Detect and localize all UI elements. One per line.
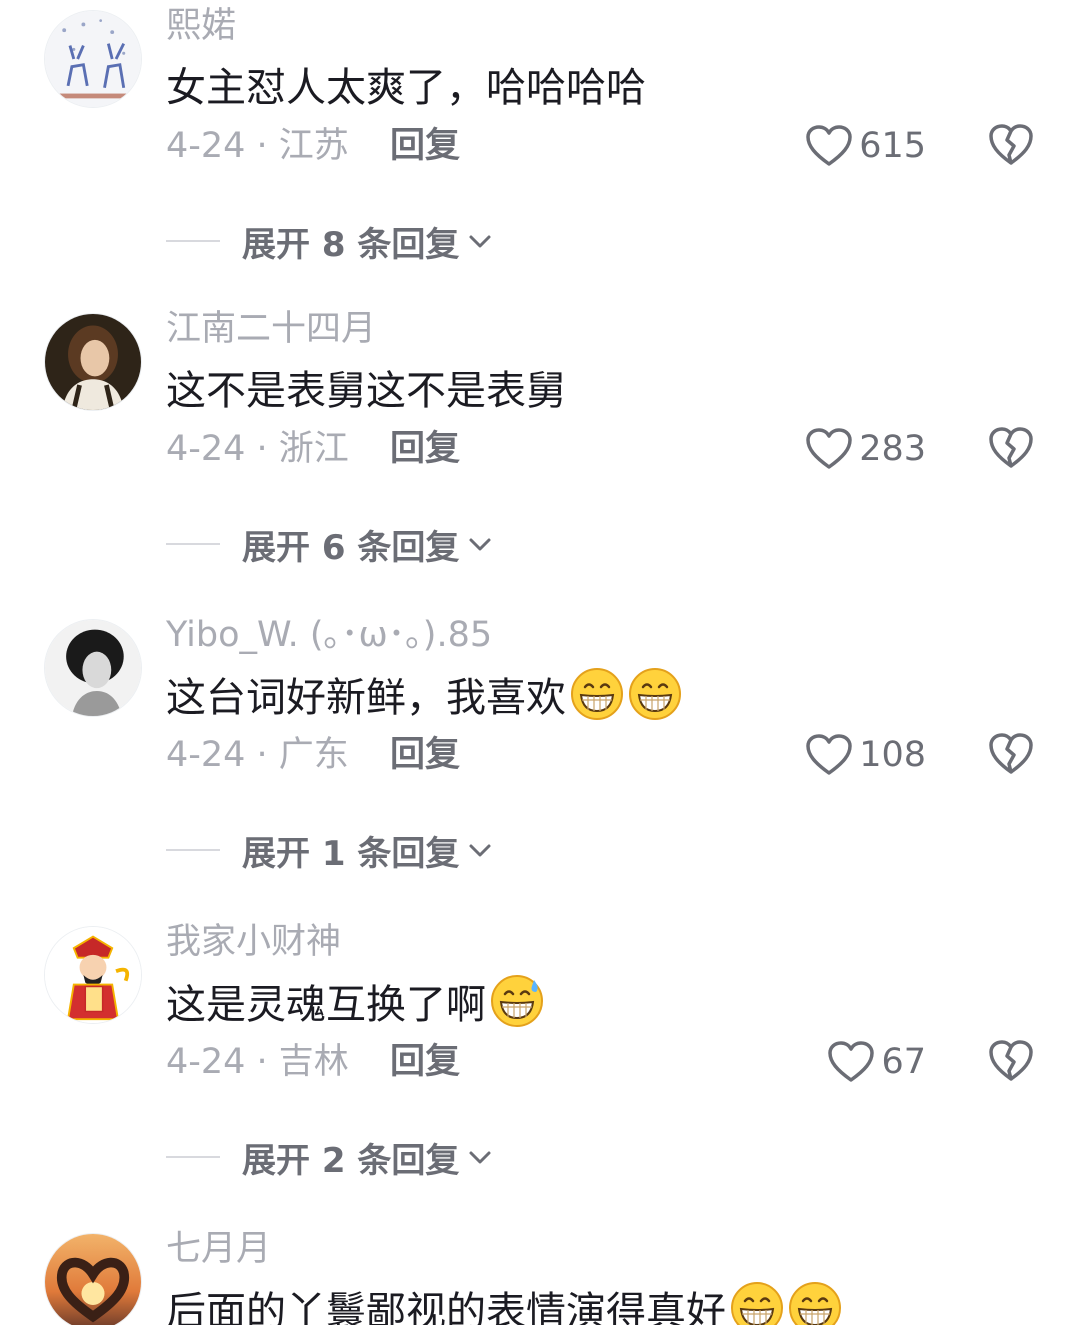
like-button[interactable]: 67 <box>827 1034 926 1090</box>
chevron-down-icon <box>469 538 491 551</box>
chevron-down-icon <box>469 844 491 857</box>
divider-line <box>166 240 220 242</box>
comment-text: 后面的丫鬟鄙视的表情演得真好 <box>166 1281 842 1325</box>
comment-meta: 4-24 · 浙江 <box>166 429 349 469</box>
like-count: 108 <box>859 735 926 775</box>
avatar[interactable] <box>44 926 142 1024</box>
heart-icon <box>806 734 852 775</box>
deer-avatar-icon <box>45 11 141 107</box>
reply-button[interactable]: 回复 <box>390 120 460 172</box>
comment-item: 七月月 后面的丫鬟鄙视的表情演得真好 <box>0 1225 1080 1325</box>
username[interactable]: 七月月 <box>166 1225 271 1273</box>
like-count: 67 <box>881 1042 926 1082</box>
comment-item: 我家小财神 这是灵魂互换了啊 4-24 · 吉林 回复 67 展开 2 条回复 <box>0 918 1080 1226</box>
grin-emoji-icon <box>789 1282 841 1325</box>
broken-heart-icon <box>989 733 1033 774</box>
like-button[interactable]: 108 <box>805 727 926 783</box>
username[interactable]: 熙婼 <box>166 2 236 50</box>
bw-portrait-avatar-icon <box>45 620 141 716</box>
grin-emoji-icon <box>571 668 623 720</box>
divider-line <box>166 1156 220 1158</box>
expand-replies-button[interactable]: 展开 6 条回复 <box>166 515 495 573</box>
reply-button[interactable]: 回复 <box>390 1036 460 1088</box>
grin-emoji-icon <box>629 668 681 720</box>
expand-replies-button[interactable]: 展开 2 条回复 <box>166 1128 495 1186</box>
comment-meta: 4-24 · 吉林 <box>166 1042 349 1082</box>
caishen-avatar-icon <box>45 927 141 1023</box>
avatar[interactable] <box>44 1233 142 1325</box>
divider-line <box>166 849 220 851</box>
reply-button[interactable]: 回复 <box>390 729 460 781</box>
username[interactable]: 江南二十四月 <box>166 305 376 353</box>
heart-icon <box>806 428 852 469</box>
dislike-button[interactable] <box>988 425 1034 471</box>
expand-replies-button[interactable]: 展开 1 条回复 <box>166 821 495 879</box>
chevron-down-icon <box>469 1151 491 1164</box>
dislike-button[interactable] <box>988 731 1034 777</box>
comment-meta: 4-24 · 广东 <box>166 735 349 775</box>
portrait-avatar-icon <box>45 314 141 410</box>
comment-meta: 4-24 · 江苏 <box>166 126 349 166</box>
reply-button[interactable]: 回复 <box>390 423 460 475</box>
avatar[interactable] <box>44 619 142 717</box>
username[interactable]: 我家小财神 <box>166 918 341 966</box>
chevron-down-icon <box>469 235 491 248</box>
heart-icon <box>806 125 852 166</box>
comment-text: 女主怼人太爽了，哈哈哈哈 <box>166 65 646 111</box>
like-count: 283 <box>859 429 926 469</box>
avatar[interactable] <box>44 313 142 411</box>
comment-item: 江南二十四月 这不是表舅这不是表舅 4-24 · 浙江 回复 283 展开 6 … <box>0 305 1080 613</box>
broken-heart-icon <box>989 1040 1033 1081</box>
divider-line <box>166 543 220 545</box>
broken-heart-icon <box>989 427 1033 468</box>
dislike-button[interactable] <box>988 1038 1034 1084</box>
comment-text: 这台词好新鲜，我喜欢 <box>166 667 682 728</box>
like-button[interactable]: 615 <box>805 118 926 174</box>
avatar[interactable] <box>44 10 142 108</box>
heart-hands-avatar-icon <box>45 1234 141 1325</box>
heart-icon <box>828 1041 875 1082</box>
sweat-grin-emoji-icon <box>491 975 543 1027</box>
like-count: 615 <box>859 126 926 166</box>
comment-text: 这不是表舅这不是表舅 <box>166 368 566 414</box>
username[interactable]: Yibo_W. (｡･ω･｡).85 <box>166 611 492 659</box>
grin-emoji-icon <box>731 1282 783 1325</box>
dislike-button[interactable] <box>988 122 1034 168</box>
expand-replies-button[interactable]: 展开 8 条回复 <box>166 212 495 270</box>
like-button[interactable]: 283 <box>805 421 926 477</box>
comment-item: 熙婼 女主怼人太爽了，哈哈哈哈 4-24 · 江苏 回复 615 展开 8 条回… <box>0 2 1080 310</box>
broken-heart-icon <box>989 124 1033 165</box>
comment-text: 这是灵魂互换了啊 <box>166 974 544 1035</box>
comment-item: Yibo_W. (｡･ω･｡).85 这台词好新鲜，我喜欢 4-24 · 广东 … <box>0 611 1080 919</box>
